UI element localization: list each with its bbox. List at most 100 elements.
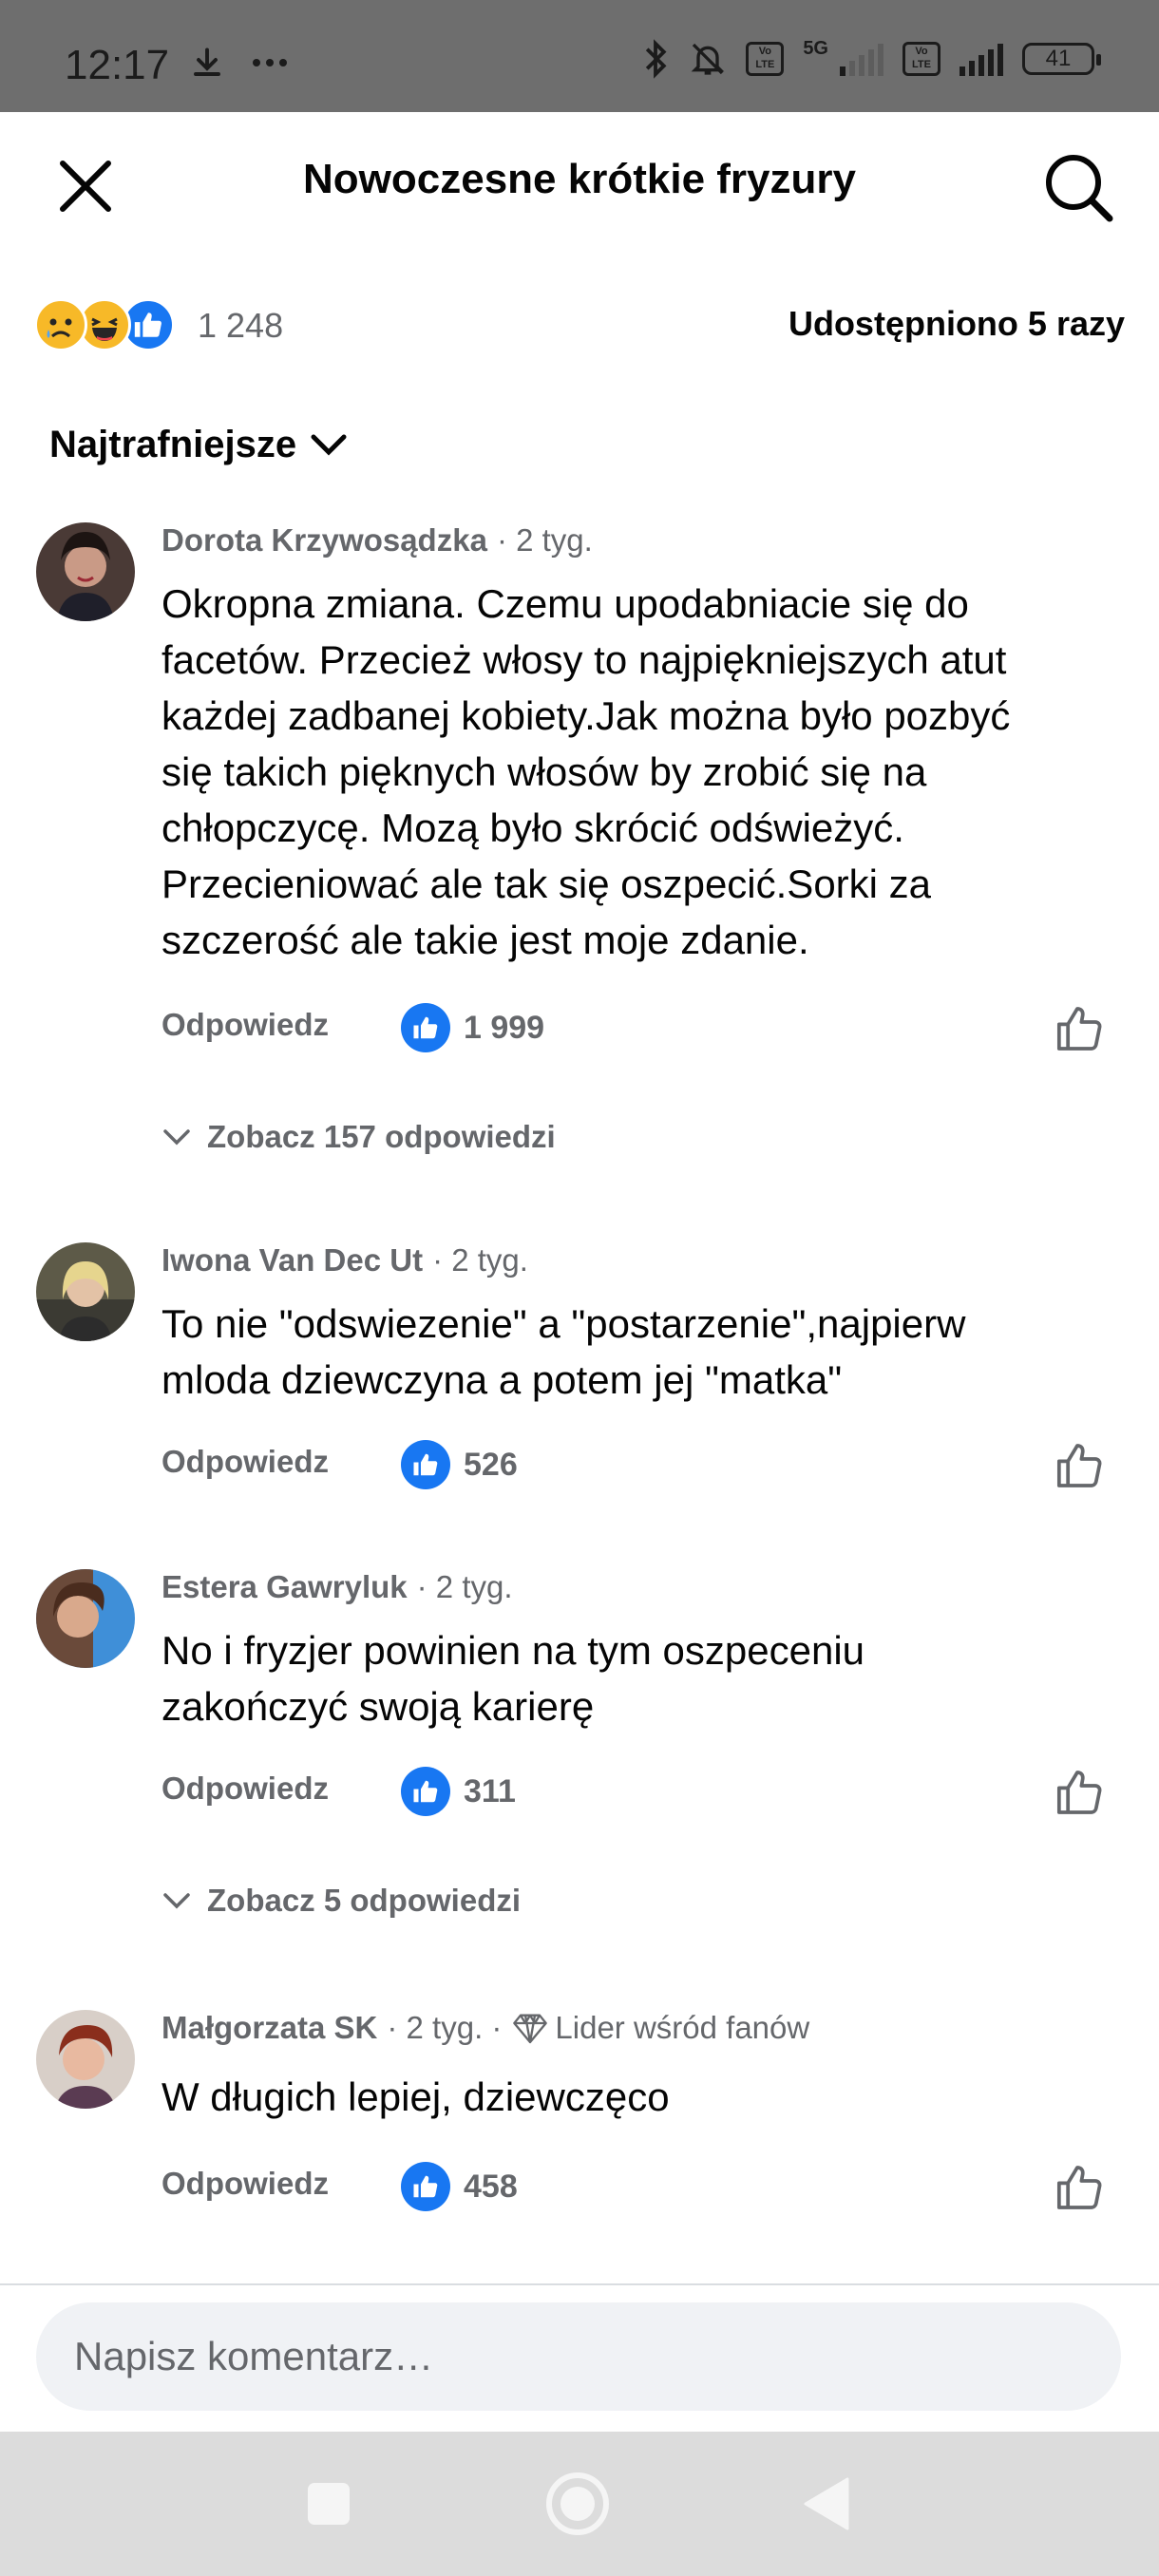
avatar[interactable] bbox=[36, 2010, 135, 2109]
status-indicators: Vo LTE 5G Vo LTE 41 bbox=[641, 38, 1101, 80]
comment-author[interactable]: Małgorzata SK bbox=[162, 2010, 377, 2046]
comment-like-count[interactable]: 311 bbox=[401, 1767, 516, 1816]
muted-bell-icon bbox=[691, 43, 725, 75]
thumbs-up-icon bbox=[1056, 1007, 1102, 1051]
volte-icon-2: Vo LTE bbox=[902, 42, 940, 76]
comment-text-line: facetów. Przecież włosy to najpiękniejsz… bbox=[162, 637, 1007, 682]
like-badge-icon bbox=[401, 1003, 450, 1052]
home-circle-icon bbox=[546, 2472, 609, 2535]
like-badge-icon bbox=[401, 2162, 450, 2211]
status-bar: 12:17 Vo LTE 5G Vo LTE 41 bbox=[0, 0, 1159, 112]
download-icon bbox=[194, 47, 220, 76]
comment-text-line: chłopczycę. Mozą było skrócić odświeżyć. bbox=[162, 805, 904, 850]
comment-text: To nie "odswiezenie" a "postarzenie",naj… bbox=[162, 1296, 1121, 1408]
like-badge-icon bbox=[401, 1440, 450, 1489]
avatar[interactable] bbox=[36, 1569, 135, 1668]
chevron-down-icon bbox=[163, 1893, 190, 1909]
like-button[interactable] bbox=[1049, 2156, 1112, 2219]
view-replies-label: Zobacz 5 odpowiedzi bbox=[207, 1883, 522, 1918]
comment-meta: Iwona Van Dec Ut · 2 tyg. bbox=[162, 1242, 528, 1279]
comment-time: · 2 tyg. bbox=[416, 1569, 513, 1604]
view-replies-button[interactable]: Zobacz 5 odpowiedzi bbox=[162, 1883, 521, 1919]
like-number: 458 bbox=[464, 2168, 518, 2205]
like-button[interactable] bbox=[1049, 1434, 1112, 1497]
comment-author[interactable]: Dorota Krzywosądzka bbox=[162, 522, 487, 559]
volte-icon: Vo LTE bbox=[746, 42, 785, 76]
thumbs-up-icon bbox=[1056, 2166, 1102, 2209]
top-fan-label: Lider wśród fanów bbox=[555, 2010, 810, 2045]
comment-text-line: każdej zadbanej kobiety.Jak można było p… bbox=[162, 693, 1011, 738]
bluetooth-icon bbox=[646, 39, 667, 79]
comment-actions: Odpowiedz 311 bbox=[162, 1763, 1112, 1820]
chevron-down-icon bbox=[311, 434, 347, 456]
status-notifications bbox=[190, 46, 289, 80]
comment-text-line: To nie "odswiezenie" a "postarzenie",naj… bbox=[162, 1301, 966, 1346]
network-type: 5G bbox=[803, 38, 828, 59]
square-icon bbox=[308, 2483, 350, 2525]
top-fan-badge: Lider wśród fanów bbox=[511, 2010, 809, 2046]
header: Nowoczesne krótkie fryzury bbox=[0, 112, 1159, 245]
comment-time: · 2 tyg. bbox=[432, 1242, 528, 1278]
back-triangle-icon bbox=[804, 2477, 849, 2530]
comment-meta: Estera Gawryluk · 2 tyg. bbox=[162, 1569, 513, 1605]
signal-strength-icon bbox=[840, 42, 884, 76]
reactions-summary[interactable]: 1 248 Udostępniono 5 razy bbox=[34, 296, 1125, 353]
chevron-down-icon bbox=[163, 1129, 190, 1146]
comment-text-line: się takich pięknych włosów by zrobić się… bbox=[162, 749, 927, 794]
comment-text: Okropna zmiana. Czemu upodabniacie się d… bbox=[162, 576, 1121, 968]
avatar[interactable] bbox=[36, 1242, 135, 1341]
more-dots-icon bbox=[253, 59, 287, 66]
avatar[interactable] bbox=[36, 522, 135, 621]
comment-text-line: zakończyć swoją karierę bbox=[162, 1684, 595, 1729]
like-number: 1 999 bbox=[464, 1009, 545, 1046]
comment-like-count[interactable]: 458 bbox=[401, 2162, 518, 2211]
comment-text-line: mloda dziewczyna a potem jej "matka" bbox=[162, 1357, 843, 1402]
comment-actions: Odpowiedz 458 bbox=[162, 2158, 1112, 2215]
battery-icon: 41 bbox=[1022, 43, 1101, 75]
reply-button[interactable]: Odpowiedz bbox=[162, 1444, 329, 1480]
like-button[interactable] bbox=[1049, 1761, 1112, 1824]
like-button[interactable] bbox=[1049, 997, 1112, 1060]
comment-actions: Odpowiedz 1 999 bbox=[162, 999, 1112, 1056]
signal-strength-icon-2 bbox=[960, 42, 1003, 76]
sad-reaction-icon bbox=[34, 298, 87, 351]
comment-author[interactable]: Iwona Van Dec Ut bbox=[162, 1242, 423, 1279]
comment-composer bbox=[0, 2283, 1159, 2432]
comment-input[interactable] bbox=[36, 2302, 1121, 2411]
reply-button[interactable]: Odpowiedz bbox=[162, 1771, 329, 1807]
search-button[interactable] bbox=[1036, 144, 1121, 230]
like-badge-icon bbox=[401, 1767, 450, 1816]
like-number: 311 bbox=[464, 1772, 516, 1809]
comment-like-count[interactable]: 526 bbox=[401, 1440, 518, 1489]
comment-text-line: szczerość ale takie jest moje zdanie. bbox=[162, 918, 809, 962]
page-title: Nowoczesne krótkie fryzury bbox=[303, 156, 856, 202]
home-button[interactable] bbox=[540, 2466, 616, 2542]
search-icon bbox=[1046, 155, 1113, 222]
thumbs-up-icon bbox=[1056, 1444, 1102, 1487]
like-number: 526 bbox=[464, 1446, 518, 1483]
comment-text-line: No i fryzjer powinien na tym oszpeceniu bbox=[162, 1628, 865, 1673]
comment-text: No i fryzjer powinien na tym oszpeceniu … bbox=[162, 1622, 1121, 1734]
status-time: 12:17 bbox=[65, 42, 170, 88]
comment-text-line: W długich lepiej, dziewczęco bbox=[162, 2074, 670, 2119]
comment-meta: Dorota Krzywosądzka · 2 tyg. bbox=[162, 522, 593, 559]
comment-meta: Małgorzata SK · 2 tyg. · Lider wśród fan… bbox=[162, 2010, 809, 2046]
sort-dropdown[interactable]: Najtrafniejsze bbox=[49, 424, 348, 466]
shares-count[interactable]: Udostępniono 5 razy bbox=[788, 304, 1125, 344]
comment-author[interactable]: Estera Gawryluk bbox=[162, 1569, 408, 1605]
comment-time: · 2 tyg. bbox=[496, 522, 593, 558]
navigation-bar bbox=[0, 2432, 1159, 2576]
reply-button[interactable]: Odpowiedz bbox=[162, 2166, 329, 2202]
comment-text-line: Okropna zmiana. Czemu upodabniacie się d… bbox=[162, 581, 969, 626]
reply-button[interactable]: Odpowiedz bbox=[162, 1007, 329, 1043]
back-button[interactable] bbox=[788, 2466, 864, 2542]
diamond-icon bbox=[513, 2014, 548, 2044]
comment-like-count[interactable]: 1 999 bbox=[401, 1003, 544, 1052]
view-replies-button[interactable]: Zobacz 157 odpowiedzi bbox=[162, 1119, 556, 1155]
recents-button[interactable] bbox=[291, 2466, 367, 2542]
view-replies-label: Zobacz 157 odpowiedzi bbox=[207, 1119, 556, 1154]
reaction-icons bbox=[34, 296, 175, 353]
thumbs-up-icon bbox=[1056, 1771, 1102, 1814]
sort-label: Najtrafniejsze bbox=[49, 424, 297, 465]
comment-text: W długich lepiej, dziewczęco bbox=[162, 2069, 1121, 2125]
